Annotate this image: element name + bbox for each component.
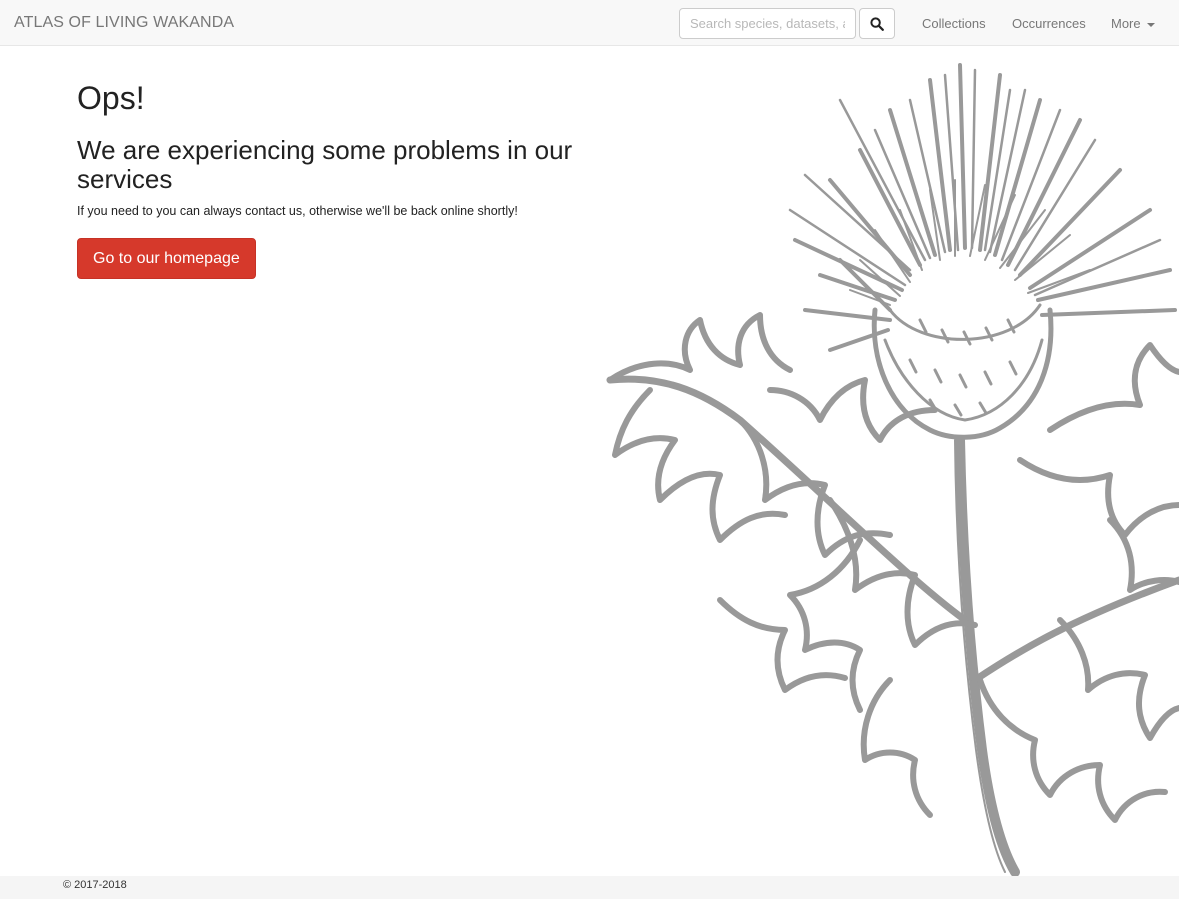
brand-link[interactable]: ATLAS OF LIVING WAKANDA (14, 14, 234, 32)
search-input[interactable] (679, 8, 856, 39)
nav-more-label: More (1111, 16, 1141, 31)
nav-more-dropdown[interactable]: More (1111, 16, 1155, 31)
copyright-text: © 2017-2018 (63, 879, 127, 891)
navbar: ATLAS OF LIVING WAKANDA Collections Occu… (0, 0, 1179, 46)
error-title: Ops! (77, 80, 145, 116)
nav-collections[interactable]: Collections (922, 16, 986, 31)
error-subtitle: We are experiencing some problems in our… (77, 135, 573, 195)
search-icon (870, 16, 884, 31)
thistle-illustration (606, 63, 1179, 876)
error-message: If you need to you can always contact us… (77, 204, 518, 218)
caret-down-icon (1146, 22, 1155, 27)
homepage-button[interactable]: Go to our homepage (77, 238, 256, 279)
nav-occurrences[interactable]: Occurrences (1012, 16, 1086, 31)
search-button[interactable] (859, 8, 895, 39)
footer: © 2017-2018 (0, 876, 1179, 899)
